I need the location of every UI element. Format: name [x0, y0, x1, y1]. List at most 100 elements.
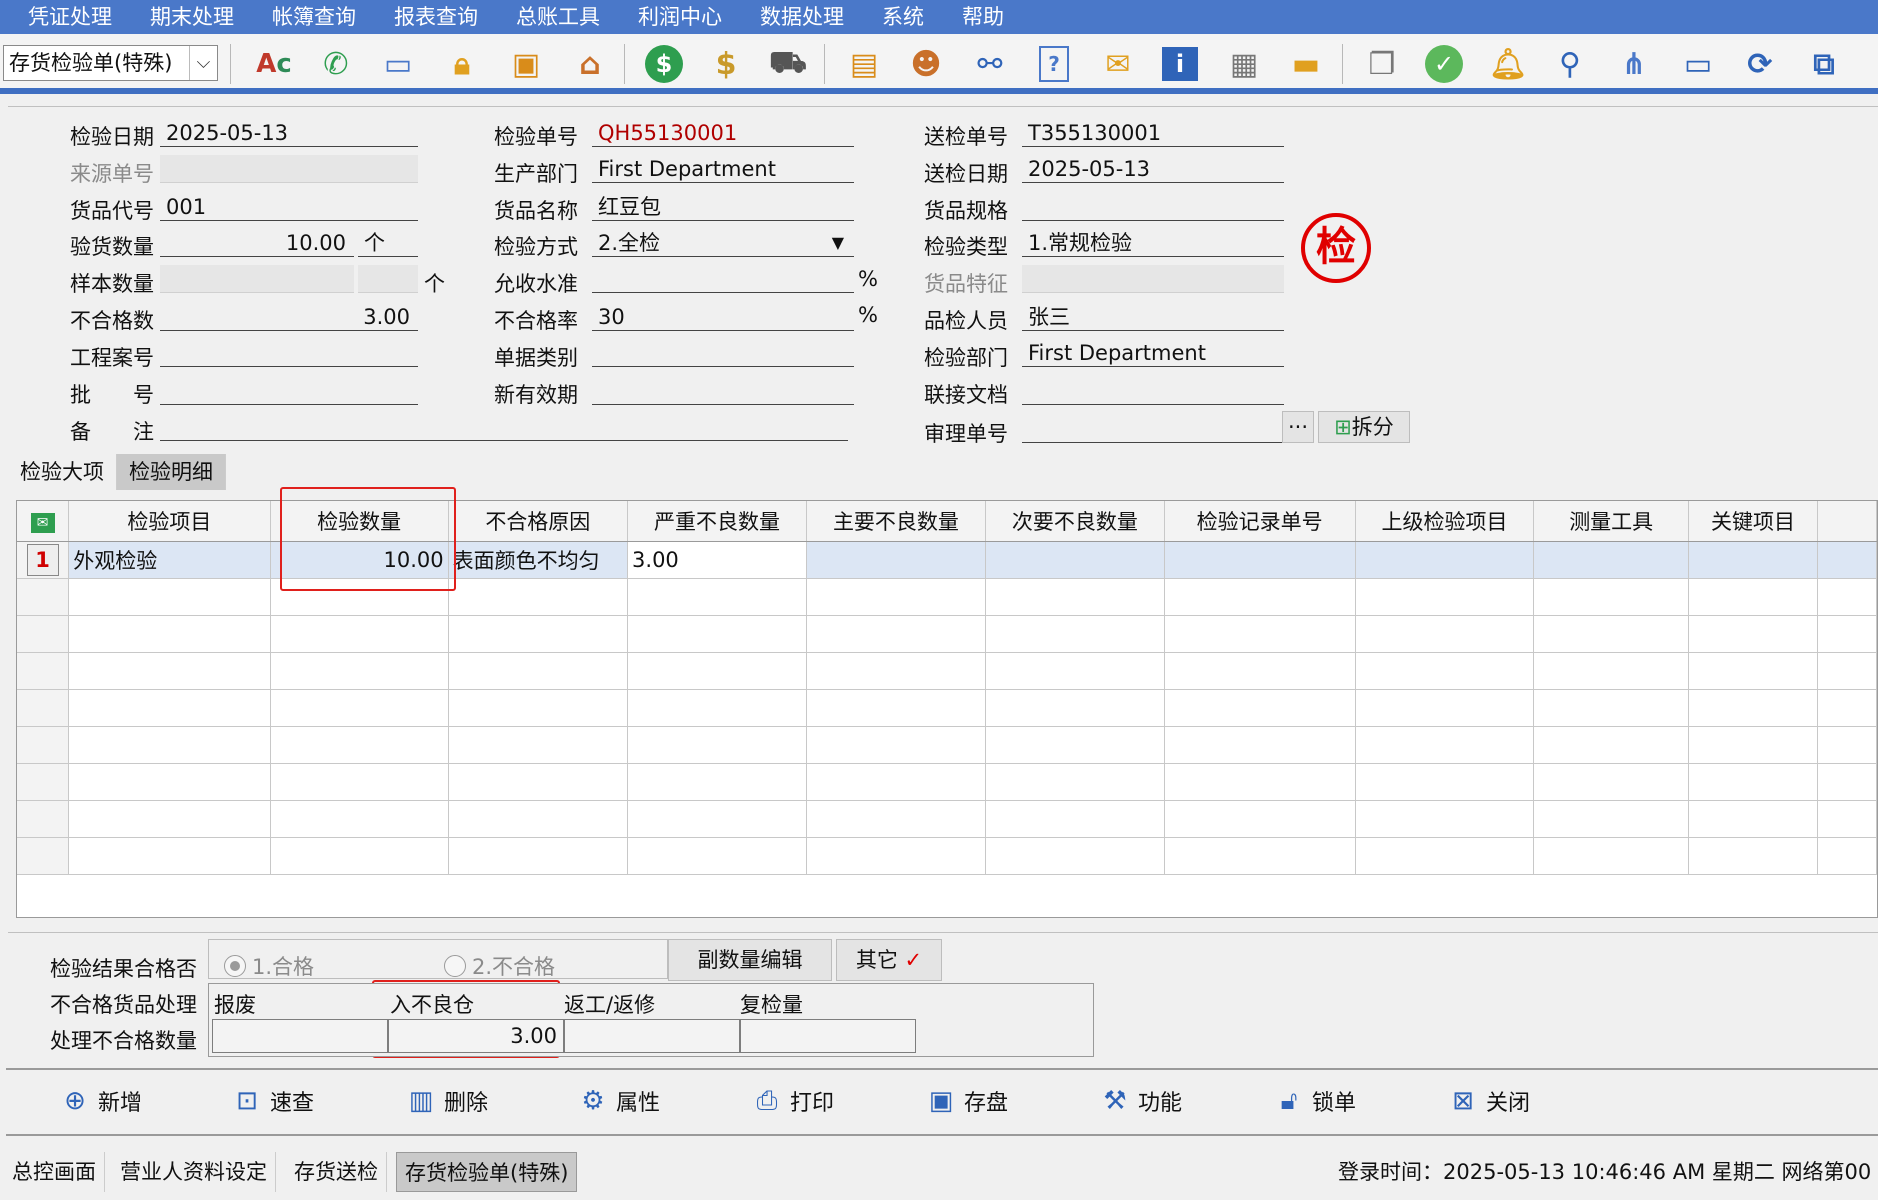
folder-icon[interactable]: ▬: [1284, 42, 1328, 86]
empty-cell[interactable]: [17, 652, 70, 690]
item-name-field[interactable]: 红豆包: [592, 193, 854, 221]
menu-voucher[interactable]: 凭证处理: [0, 0, 131, 34]
empty-cell[interactable]: [627, 689, 807, 727]
computer-icon[interactable]: ▭: [376, 42, 420, 86]
chevron-down-icon[interactable]: ⌵: [189, 46, 217, 80]
empty-cell[interactable]: [1688, 652, 1819, 690]
empty-table-row[interactable]: [17, 837, 1877, 875]
cell-extra[interactable]: [1817, 541, 1877, 579]
cart-icon[interactable]: ⛟: [766, 42, 810, 86]
empty-cell[interactable]: [1164, 763, 1356, 801]
lock-icon[interactable]: 🔒︎: [440, 42, 484, 86]
empty-cell[interactable]: [985, 689, 1165, 727]
empty-cell[interactable]: [1533, 763, 1689, 801]
add-button[interactable]: ⊕ 新增: [58, 1084, 142, 1118]
empty-cell[interactable]: [1817, 578, 1877, 616]
doc-type-field[interactable]: [592, 339, 854, 367]
scrap-qty-field[interactable]: [212, 1019, 388, 1053]
empty-cell[interactable]: [806, 689, 986, 727]
col-header[interactable]: 不合格原因: [448, 501, 629, 542]
delete-button[interactable]: ▥ 删除: [404, 1084, 488, 1118]
empty-cell[interactable]: [1533, 726, 1689, 764]
empty-cell[interactable]: [270, 763, 449, 801]
project-no-field[interactable]: [160, 339, 418, 367]
empty-cell[interactable]: [68, 578, 271, 616]
col-header[interactable]: 次要不良数量: [985, 501, 1165, 542]
empty-table-row[interactable]: [17, 615, 1877, 653]
empty-cell[interactable]: [1817, 837, 1877, 875]
empty-cell[interactable]: [1355, 763, 1535, 801]
empty-cell[interactable]: [985, 615, 1165, 653]
empty-cell[interactable]: [17, 578, 70, 616]
empty-cell[interactable]: [270, 615, 449, 653]
empty-cell[interactable]: [806, 652, 986, 690]
remark-field[interactable]: [160, 413, 848, 441]
review-no-field[interactable]: [1022, 415, 1284, 443]
recheck-qty-field[interactable]: [740, 1019, 916, 1053]
help-doc-icon[interactable]: ?: [1032, 42, 1076, 86]
method-select[interactable]: 2.全检 ▼: [592, 229, 854, 257]
empty-cell[interactable]: [1164, 726, 1356, 764]
empty-cell[interactable]: [627, 837, 807, 875]
cell-key[interactable]: [1688, 541, 1819, 579]
spellcheck-icon[interactable]: Ac: [252, 42, 296, 86]
empty-cell[interactable]: [270, 726, 449, 764]
empty-cell[interactable]: [1533, 689, 1689, 727]
empty-cell[interactable]: [1355, 578, 1535, 616]
empty-cell[interactable]: [627, 652, 807, 690]
col-header[interactable]: 检验记录单号: [1164, 501, 1356, 542]
empty-cell[interactable]: [1355, 689, 1535, 727]
money-bag-icon[interactable]: $: [704, 42, 748, 86]
empty-cell[interactable]: [1817, 800, 1877, 838]
empty-cell[interactable]: [17, 615, 70, 653]
dollar-icon[interactable]: $: [642, 42, 686, 86]
empty-cell[interactable]: [1688, 578, 1819, 616]
empty-cell[interactable]: [448, 837, 629, 875]
reject-rate-field[interactable]: 30: [592, 303, 854, 331]
other-button[interactable]: 其它 ✓: [836, 939, 942, 981]
spec-field[interactable]: [1022, 193, 1284, 221]
quick-search-button[interactable]: ⊡ 速查: [230, 1084, 314, 1118]
empty-cell[interactable]: [627, 763, 807, 801]
empty-cell[interactable]: [448, 726, 629, 764]
empty-cell[interactable]: [448, 578, 629, 616]
empty-cell[interactable]: [985, 578, 1165, 616]
task-tab-inspection-special[interactable]: 存货检验单(特殊): [396, 1152, 578, 1192]
radio-pass[interactable]: 1.合格: [224, 951, 314, 981]
empty-cell[interactable]: [985, 652, 1165, 690]
col-header[interactable]: 关键项目: [1688, 501, 1819, 542]
calculator-icon[interactable]: ▦: [1222, 42, 1266, 86]
col-header[interactable]: 主要不良数量: [806, 501, 986, 542]
menu-report-query[interactable]: 报表查询: [375, 0, 497, 34]
empty-cell[interactable]: [1817, 726, 1877, 764]
empty-cell[interactable]: [1355, 615, 1535, 653]
users-icon[interactable]: ☻: [904, 42, 948, 86]
empty-cell[interactable]: [448, 652, 629, 690]
check-dept-field[interactable]: First Department: [1022, 339, 1284, 367]
col-header[interactable]: 严重不良数量: [627, 501, 807, 542]
empty-cell[interactable]: [985, 800, 1165, 838]
empty-cell[interactable]: [1688, 689, 1819, 727]
check-icon[interactable]: ✓: [1422, 42, 1466, 86]
col-header[interactable]: 检验项目: [68, 501, 271, 542]
empty-cell[interactable]: [270, 800, 449, 838]
empty-cell[interactable]: [806, 578, 986, 616]
menu-ledger-query[interactable]: 帐簿查询: [253, 0, 375, 34]
empty-cell[interactable]: [627, 615, 807, 653]
send-date-field[interactable]: 2025-05-13: [1022, 155, 1284, 183]
empty-cell[interactable]: [17, 800, 70, 838]
empty-cell[interactable]: [68, 837, 271, 875]
empty-table-row[interactable]: [17, 652, 1877, 690]
empty-cell[interactable]: [1164, 689, 1356, 727]
send-no-field[interactable]: T355130001: [1022, 119, 1284, 147]
empty-cell[interactable]: [270, 837, 449, 875]
empty-cell[interactable]: [1355, 652, 1535, 690]
reject-count-field[interactable]: 3.00: [160, 303, 418, 331]
mail-icon[interactable]: ✉: [1096, 42, 1140, 86]
empty-cell[interactable]: [985, 837, 1165, 875]
bell-icon[interactable]: 🔔︎: [1486, 42, 1530, 86]
accept-level-field[interactable]: [592, 265, 854, 293]
cell-major[interactable]: [806, 541, 986, 579]
tab-inspection-detail[interactable]: 检验明细: [117, 454, 226, 490]
sub-qty-edit-button[interactable]: 副数量编辑: [668, 939, 832, 981]
